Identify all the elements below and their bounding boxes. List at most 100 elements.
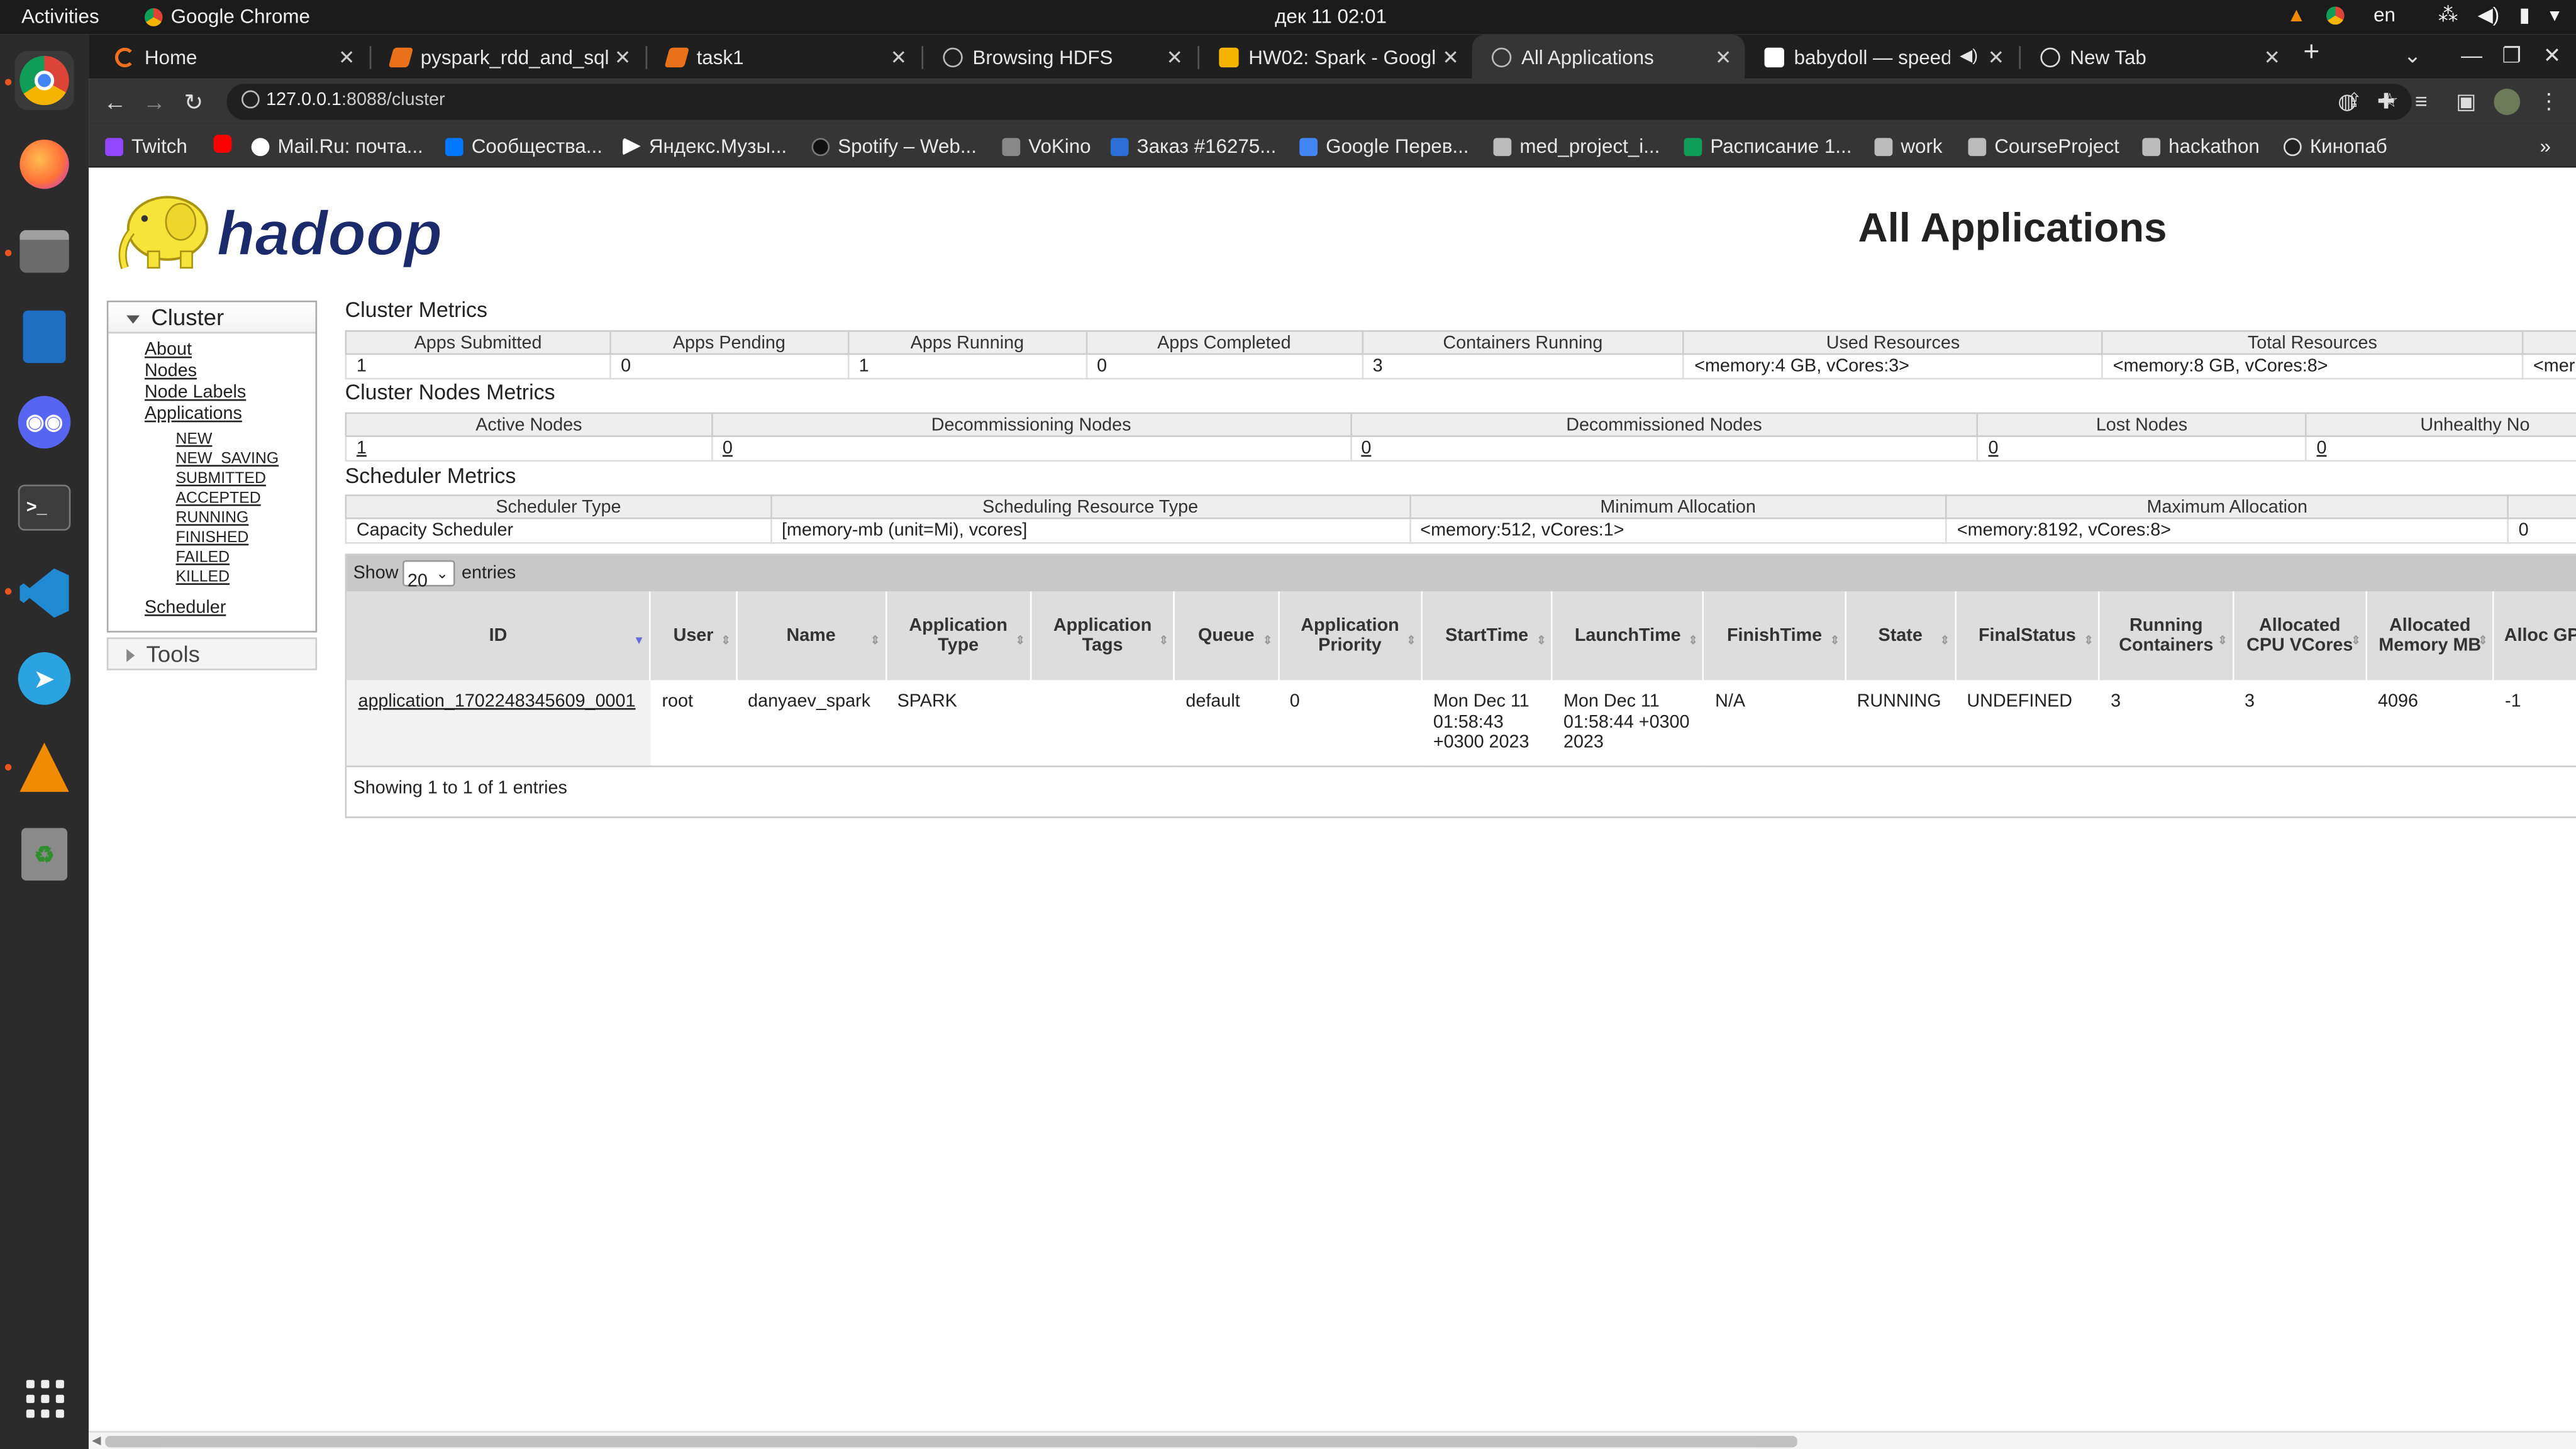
terminal-dock-icon[interactable]: >_ [15, 478, 74, 537]
bookmark-vk[interactable]: Сообщества... [445, 135, 602, 158]
bookmark-mailru[interactable]: Mail.Ru: почта... [251, 135, 423, 158]
nav-applications[interactable]: Applications [145, 404, 242, 424]
bookmark-yandex-music[interactable]: Яндекс.Музы... [623, 135, 787, 158]
scroll-left-icon[interactable]: ◀ [92, 1434, 101, 1447]
nav-scheduler[interactable]: Scheduler [145, 598, 226, 618]
active-nodes-link[interactable]: 1 [345, 435, 713, 462]
vlc-dock-icon[interactable] [15, 738, 74, 797]
column-header-starttime[interactable]: StartTime ⇕ [1421, 591, 1553, 680]
column-header-name[interactable]: Name ⇕ [736, 591, 887, 680]
bookmark-order[interactable]: Заказ #16275... [1110, 135, 1276, 158]
column-header-allocated-cpu-vcores[interactable]: Allocated CPU VCores ⇕ [2233, 591, 2368, 680]
close-tab-icon[interactable]: ✕ [1167, 45, 1183, 69]
bookmark-courseproject[interactable]: CourseProject [1968, 135, 2119, 158]
discord-dock-icon[interactable]: ◉◉ [15, 392, 74, 452]
tab-pyspark[interactable]: pyspark_rdd_and_sql ✕ [371, 35, 644, 79]
bookmark-kinopab[interactable]: Кинопаб [2284, 135, 2387, 158]
tab-search-chevron-icon[interactable]: ⌄ [2404, 43, 2421, 69]
decommissioned-nodes-link[interactable]: 0 [1350, 435, 1979, 462]
more-bookmarks-icon[interactable]: » [2540, 135, 2551, 158]
column-header-launchtime[interactable]: LaunchTime ⇕ [1552, 591, 1705, 680]
column-header-application-type[interactable]: Application Type ⇕ [886, 591, 1032, 680]
bookmark-med-project[interactable]: med_project_i... [1493, 135, 1660, 158]
application-id-link[interactable]: application_1702248345609_0001 [358, 692, 635, 711]
trash-dock-icon[interactable]: ♻ [15, 824, 74, 884]
address-bar[interactable]: 127.0.0.1:8088/cluster ⇪ ☆ [226, 84, 2412, 120]
chrome-dock-icon[interactable] [14, 50, 74, 111]
tab-babydoll[interactable]: babydoll — speed ◀) ✕ [1745, 35, 2018, 79]
close-tab-icon[interactable]: ✕ [614, 45, 631, 69]
new-tab-plus-icon[interactable]: + [2303, 36, 2319, 69]
extension-icon[interactable]: ◍ [2338, 89, 2357, 115]
chrome-tray-icon[interactable] [2326, 6, 2345, 24]
column-header-application-tags[interactable]: Application Tags ⇕ [1030, 591, 1175, 680]
bookmark-schedule[interactable]: Расписание 1... [1684, 135, 1852, 158]
close-tab-icon[interactable]: ✕ [338, 45, 355, 69]
column-header-allocated-memory-mb[interactable]: Allocated Memory MB ⇕ [2366, 591, 2495, 680]
close-tab-icon[interactable]: ✕ [1442, 45, 1458, 69]
show-apps-icon[interactable] [15, 1368, 74, 1428]
forward-icon[interactable]: → [143, 89, 166, 115]
tools-section-header[interactable]: Tools [106, 637, 318, 670]
reload-icon[interactable]: ↻ [184, 89, 204, 116]
tab-all-applications[interactable]: All Applications ✕ [1472, 34, 1745, 79]
tab-home[interactable]: Home ✕ [96, 35, 369, 79]
maximize-icon[interactable]: ❐ [2502, 43, 2521, 69]
chrome-menu-icon[interactable]: ⋮ [2538, 89, 2560, 115]
close-tab-icon[interactable]: ✕ [2264, 45, 2280, 69]
network-icon[interactable]: ⁂ [2438, 3, 2458, 26]
volume-icon[interactable]: ◀) [2478, 3, 2500, 26]
firefox-dock-icon[interactable] [15, 135, 74, 194]
column-header-allocated-gpu[interactable]: Alloc GPU [2493, 591, 2576, 680]
nav-state-new[interactable]: NEW [176, 430, 213, 448]
activities-button[interactable]: Activities [21, 5, 99, 28]
decommissioning-nodes-link[interactable]: 0 [711, 435, 1352, 462]
close-tab-icon[interactable]: ✕ [1988, 45, 2004, 69]
tab-hw02-spark[interactable]: HW02: Spark - Google ✕ [1199, 35, 1472, 79]
reading-list-icon[interactable]: ≡ [2415, 89, 2428, 113]
vlc-tray-icon[interactable]: ▲ [2287, 3, 2306, 26]
column-header-id[interactable]: ID ▼ [347, 591, 652, 680]
lost-nodes-link[interactable]: 0 [1977, 435, 2307, 462]
nav-state-finished[interactable]: FINISHED [176, 529, 249, 547]
minimize-icon[interactable]: — [2461, 43, 2482, 67]
bookmark-vokino[interactable]: VoKino [1002, 135, 1091, 158]
tab-task1[interactable]: task1 ✕ [647, 35, 920, 79]
scrollbar-thumb[interactable] [105, 1436, 1797, 1448]
nav-node-labels[interactable]: Node Labels [145, 383, 246, 402]
clock[interactable]: дек 11 02:01 [1275, 5, 1387, 28]
bookmark-work[interactable]: work [1874, 135, 1943, 158]
tab-browsing-hdfs[interactable]: Browsing HDFS ✕ [923, 35, 1196, 79]
column-header-user[interactable]: User ⇕ [650, 591, 738, 680]
column-header-state[interactable]: State ⇕ [1845, 591, 1957, 680]
nav-state-running[interactable]: RUNNING [176, 509, 249, 528]
tab-new-tab[interactable]: New Tab ✕ [2021, 35, 2294, 79]
bookmark-hackathon[interactable]: hackathon [2142, 135, 2260, 158]
nav-about[interactable]: About [145, 340, 192, 360]
writer-dock-icon[interactable] [15, 307, 74, 366]
nav-state-new-saving[interactable]: NEW_SAVING [176, 450, 279, 469]
nav-nodes[interactable]: Nodes [145, 362, 197, 381]
column-header-finalstatus[interactable]: FinalStatus ⇕ [1955, 591, 2101, 680]
close-window-icon[interactable]: ✕ [2543, 43, 2561, 69]
bookmark-youtube[interactable] [213, 135, 232, 153]
battery-icon[interactable]: ▮ [2519, 3, 2530, 26]
nav-state-submitted[interactable]: SUBMITTED [176, 470, 266, 488]
language-indicator[interactable]: en [2373, 3, 2396, 26]
bookmark-twitch[interactable]: Twitch [105, 135, 187, 158]
cluster-section-header[interactable]: Cluster [108, 302, 316, 334]
vscode-dock-icon[interactable] [15, 564, 74, 623]
hadoop-logo[interactable]: hadoop [108, 182, 486, 274]
close-tab-icon[interactable]: ✕ [1715, 45, 1731, 69]
column-header-queue[interactable]: Queue ⇕ [1174, 591, 1279, 680]
close-tab-icon[interactable]: ✕ [891, 45, 907, 69]
side-panel-icon[interactable]: ▣ [2456, 89, 2476, 115]
extensions-puzzle-icon[interactable]: ✚ [2377, 89, 2395, 115]
bookmark-google-translate[interactable]: Google Перев... [1299, 135, 1469, 158]
power-menu-icon[interactable]: ▾ [2550, 3, 2560, 26]
unhealthy-nodes-link[interactable]: 0 [2305, 435, 2576, 462]
page-size-select[interactable]: 20 ⌄ [402, 560, 455, 591]
horizontal-scrollbar[interactable]: ◀ [89, 1431, 2576, 1449]
column-header-finishtime[interactable]: FinishTime ⇕ [1703, 591, 1846, 680]
nav-state-killed[interactable]: KILLED [176, 569, 230, 587]
